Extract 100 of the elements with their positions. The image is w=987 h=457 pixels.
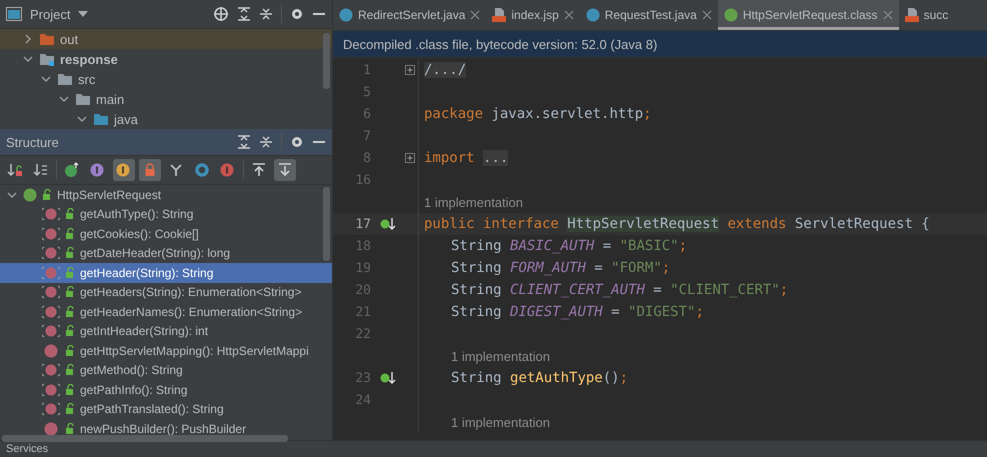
close-icon	[470, 10, 480, 20]
folder-icon	[93, 112, 109, 126]
scrollbar[interactable]	[323, 33, 330, 89]
ring-icon	[194, 162, 210, 178]
structure-tree-item[interactable]: newPushBuilder(): PushBuilder	[0, 419, 332, 438]
implementation-hint[interactable]: 1 implementation	[419, 414, 550, 430]
code-text: String getAuthType();	[450, 370, 628, 386]
code-text: /.../	[423, 62, 466, 78]
abstract-method-icon	[42, 207, 60, 222]
close-icon	[702, 10, 712, 20]
project-tree-item[interactable]: java	[0, 109, 332, 129]
editor-tab[interactable]: RedirectServlet.java	[333, 0, 486, 30]
line-number: 5	[362, 84, 371, 100]
implemented-icon	[380, 217, 396, 231]
structure-tree-item[interactable]: getHttpServletMapping(): HttpServletMappi	[0, 341, 332, 360]
scrollbar[interactable]	[323, 187, 330, 261]
editor-tab[interactable]: succ	[898, 0, 954, 30]
tab-label: RedirectServlet.java	[358, 8, 466, 22]
fold-toggle-icon	[405, 65, 415, 75]
line-number: 1	[362, 62, 371, 78]
abstract-method-icon	[42, 363, 60, 378]
scrollbar[interactable]	[2, 435, 288, 442]
jsp-file-icon	[492, 8, 506, 22]
close-icon	[564, 10, 574, 20]
lock-icon	[143, 163, 157, 177]
structure-tree-item[interactable]: getHeader(String): String	[0, 263, 332, 282]
project-tree-item[interactable]: out	[0, 29, 332, 49]
expand-all-icon	[237, 135, 251, 149]
line-number: 22	[354, 326, 371, 342]
code-text: public interface HttpServletRequest extends ServletRequest {	[423, 216, 930, 232]
expand-all-icon	[237, 7, 251, 21]
line-number: 23	[354, 370, 371, 386]
services-label[interactable]: Services	[6, 443, 48, 455]
decompiled-notice-banner: Decompiled .class file, bytecode version: 52.0 (Java 8)	[333, 31, 987, 58]
sort-visibility-icon	[7, 162, 23, 178]
method-icon	[42, 422, 60, 436]
open-lock-icon	[65, 364, 75, 376]
close-icon	[882, 10, 893, 20]
interface-icon	[23, 188, 37, 202]
editor-tab[interactable]: HttpServletRequest.class	[718, 0, 899, 30]
open-lock-icon	[65, 286, 75, 298]
folder-icon	[39, 32, 55, 46]
line-number: 20	[354, 282, 371, 298]
structure-tree-item[interactable]: getHeaderNames(): Enumeration<String>	[0, 302, 332, 322]
structure-tree-item[interactable]: getAuthType(): String	[0, 204, 332, 224]
structure-tree-item[interactable]: getIntHeader(String): int	[0, 322, 332, 341]
locate-icon	[213, 6, 229, 22]
folder-icon	[57, 72, 73, 86]
structure-tree-item[interactable]: getPathInfo(): String	[0, 380, 332, 400]
code-text: import ...	[423, 150, 508, 166]
code-text: String DIGEST_AUTH = "DIGEST";	[450, 304, 704, 320]
tab-label: RequestTest.java	[604, 8, 697, 22]
toolbar-toggle-button[interactable]	[274, 159, 296, 181]
project-tree-item[interactable]: main	[0, 89, 332, 109]
abstract-method-icon	[42, 246, 60, 260]
structure-tree-item[interactable]: getHeaders(String): Enumeration<String>	[0, 282, 332, 302]
settings-icon	[290, 135, 304, 149]
method-icon	[42, 344, 60, 358]
open-lock-icon	[42, 188, 52, 201]
structure-tree-item[interactable]: getDateHeader(String): long	[0, 244, 332, 263]
toolbar-toggle-button[interactable]	[139, 159, 161, 181]
open-lock-icon	[65, 403, 75, 416]
open-lock-icon	[65, 325, 75, 338]
sort-alpha-icon	[33, 162, 49, 178]
structure-tree-item[interactable]: getMethod(): String	[0, 360, 332, 380]
class-icon	[586, 8, 600, 22]
abstract-method-icon	[42, 304, 60, 319]
implementation-hint[interactable]: 1 implementation	[419, 194, 523, 210]
implementation-hint[interactable]: 1 implementation	[419, 348, 550, 364]
branch-icon	[169, 163, 183, 177]
abstract-method-icon	[42, 266, 60, 280]
abstract-method-icon	[42, 226, 60, 241]
editor-tab[interactable]: index.jsp	[486, 0, 580, 30]
class-icon	[339, 8, 353, 22]
line-number: 21	[354, 304, 371, 320]
abstract-method-icon	[42, 324, 60, 338]
code-text: package javax.servlet.http;	[423, 106, 652, 122]
open-lock-icon	[65, 266, 75, 279]
project-tree-item[interactable]: response	[0, 49, 332, 69]
implemented-icon	[380, 371, 396, 385]
panel-title[interactable]: Project	[30, 6, 70, 22]
structure-tree-item[interactable]: getCookies(): Cookie[]	[0, 224, 332, 244]
open-lock-icon	[65, 422, 75, 435]
arrow-up-icon	[251, 162, 267, 178]
collapse-all-icon	[259, 135, 273, 149]
line-number: 18	[354, 238, 371, 254]
structure-tree-item[interactable]: getPathTranslated(): String	[0, 400, 332, 419]
toolbar-toggle-button[interactable]	[113, 159, 135, 181]
dropdown-caret-icon	[78, 11, 88, 17]
jsp-file-icon	[904, 8, 919, 22]
structure-tree-item[interactable]: HttpServletRequest	[0, 185, 332, 204]
project-tree-item[interactable]: src	[0, 69, 332, 89]
folder-icon	[75, 92, 91, 106]
fold-toggle-icon	[405, 153, 415, 163]
open-lock-icon	[65, 384, 75, 396]
open-lock-icon	[65, 247, 75, 260]
panel-title: Structure	[6, 134, 59, 150]
abstract-method-icon	[42, 402, 60, 416]
editor-tab[interactable]: RequestTest.java	[580, 0, 718, 30]
open-lock-icon	[65, 344, 75, 357]
